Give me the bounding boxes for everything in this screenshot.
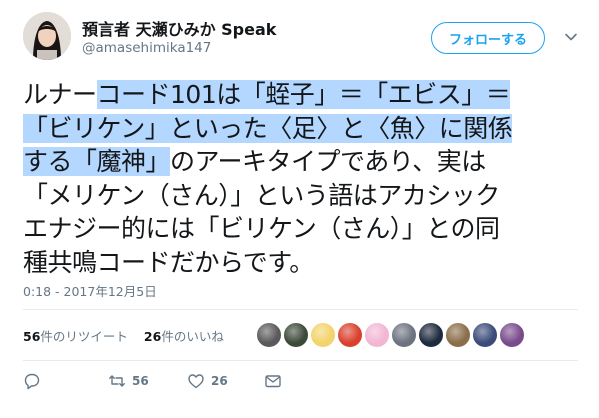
reply-icon	[24, 373, 40, 390]
likes-stat-count: 26	[143, 329, 162, 344]
liker-avatar-6[interactable]	[391, 322, 417, 348]
retweets-stat-count: 56	[23, 329, 41, 344]
tweet-stats: 56件のリツイート 26件のいいね	[23, 326, 236, 345]
tweet-timestamp[interactable]: 0:18 - 2017年12月5日	[23, 281, 157, 300]
liker-avatar-5[interactable]	[364, 322, 390, 348]
like-button[interactable]: 26	[187, 372, 228, 390]
tweet-text-line: 種共鳴コードだからです。	[23, 246, 583, 280]
heart-icon	[188, 374, 204, 389]
reply-button[interactable]	[23, 372, 47, 390]
text-segment: ルナー	[23, 80, 97, 109]
liker-avatar-2[interactable]	[283, 322, 309, 348]
author-avatar-image	[23, 12, 71, 60]
retweets-stat-label: 件のリツイート	[40, 329, 128, 344]
text-segment: のアーキタイプであり、実は	[170, 147, 486, 176]
text-segment: 種共鳴コードだからです。	[23, 247, 314, 277]
retweets-stat[interactable]: 56件のリツイート	[23, 329, 128, 344]
selected-text-segment: コード101は「蛭子」＝「エビス」＝	[96, 80, 511, 109]
author-handle[interactable]: @amasehimika147	[82, 40, 211, 56]
tweet-text-line: 「メリケン（さん）」という語はアカシック	[23, 179, 583, 213]
follow-button[interactable]: フォローする	[431, 22, 545, 54]
envelope-icon	[265, 375, 281, 388]
liker-avatar-4[interactable]	[337, 322, 363, 348]
author-avatar[interactable]	[23, 12, 71, 60]
divider-top	[23, 309, 578, 310]
author-display-name[interactable]: 預言者 天瀬ひみか Speak	[82, 16, 276, 40]
retweet-count: 56	[132, 374, 149, 388]
tweet-text-line: エナジー的には「ビリケン（さん）」との同	[23, 212, 583, 246]
liker-avatar-9[interactable]	[472, 322, 498, 348]
tweet-text-line: 「ビリケン」といった〈足〉と〈魚〉に関係	[23, 112, 583, 146]
tweet-actions: 56 26	[23, 372, 323, 392]
retweet-button[interactable]: 56	[108, 372, 149, 390]
text-segment: エナジー的には「ビリケン（さん）」との同	[23, 214, 500, 243]
liker-avatar-1[interactable]	[256, 322, 282, 348]
chevron-down-icon[interactable]	[563, 29, 579, 45]
liker-avatar-3[interactable]	[310, 322, 336, 348]
text-segment: 「メリケン（さん）」という語はアカシック	[23, 180, 500, 210]
retweet-icon	[109, 375, 125, 387]
selected-text-segment: 「ビリケン」といった〈足〉と〈魚〉に関係	[23, 113, 513, 143]
liker-avatar-8[interactable]	[445, 322, 471, 348]
tweet-text: ルナーコード101は「蛭子」＝「エビス」＝ 「ビリケン」といった〈足〉と〈魚〉に関…	[23, 78, 583, 279]
tweet-text-line: する「魔神」のアーキタイプであり、実は	[23, 145, 583, 179]
like-count: 26	[211, 374, 228, 388]
selected-text-segment: する「魔神」	[23, 147, 171, 176]
direct-message-button[interactable]	[264, 372, 282, 390]
tweet-text-line: ルナーコード101は「蛭子」＝「エビス」＝	[23, 78, 583, 112]
likes-stat-label: 件のいいね	[161, 329, 224, 344]
divider-bottom	[23, 360, 578, 361]
liker-avatar-10[interactable]	[499, 322, 525, 348]
likes-stat[interactable]: 26件のいいね	[144, 329, 224, 344]
liker-avatar-7[interactable]	[418, 322, 444, 348]
